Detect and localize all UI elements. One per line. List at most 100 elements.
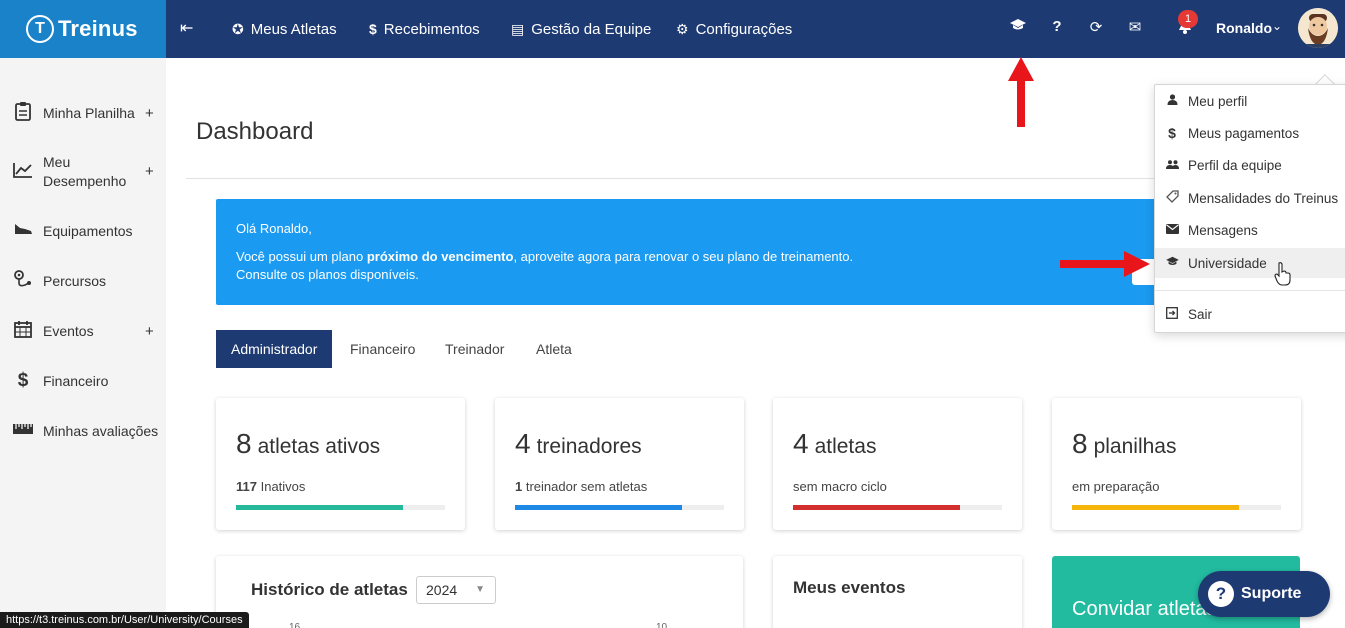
user-name[interactable]: Ronaldo (1216, 20, 1272, 36)
alert-greeting: Olá Ronaldo, (236, 221, 312, 236)
users-icon (1165, 158, 1179, 172)
dollar-icon: $ (17, 370, 29, 391)
menu-item-mensalidades[interactable]: Mensalidades do Treinus (1155, 183, 1345, 213)
menu-item-meu-perfil[interactable]: Meu perfil (1155, 86, 1345, 116)
stat-number: 4 (793, 428, 809, 459)
nav-label: Meus Atletas (250, 20, 337, 38)
team-card-icon: ▤ (511, 20, 525, 37)
menu-item-perfil-equipe[interactable]: Perfil da equipe (1155, 150, 1345, 180)
sidebar-item-percursos[interactable]: Percursos (0, 269, 166, 294)
menu-item-sair[interactable]: Sair (1155, 299, 1345, 329)
axis-label: 16 (289, 622, 301, 628)
nav-label: Recebimentos (383, 20, 480, 38)
alert-plans-link[interactable]: Consulte os planos disponíveis. (236, 267, 419, 282)
notification-badge: 1 (1178, 10, 1198, 28)
stat-subtext: 117 Inativos (236, 479, 305, 494)
sidebar-item-meu-desempenho[interactable]: Meu Desempenho + (0, 153, 166, 191)
status-bar-url: https://t3.treinus.com.br/User/Universit… (0, 612, 249, 628)
menu-collapse-icon[interactable]: ⇤ (180, 18, 193, 38)
top-navbar: T Treinus ⇤ ✪ Meus Atletas $ Recebimento… (0, 0, 1345, 58)
stat-subtext: 1 treinador sem atletas (515, 479, 647, 494)
invite-label: Convidar atletas (1072, 598, 1217, 620)
menu-item-mensagens[interactable]: Mensagens (1155, 215, 1345, 245)
stat-sub-number: 117 (236, 479, 257, 494)
envelope-icon (1165, 223, 1179, 237)
dollar-icon: $ (369, 21, 377, 37)
shoe-icon (12, 222, 34, 241)
user-icon (1165, 94, 1179, 108)
sidebar-item-label: Minha Planilha (43, 104, 135, 121)
stat-sub-label: Inativos (256, 479, 306, 494)
stat-value: 4 treinadores (515, 428, 642, 460)
chevron-down-icon[interactable]: ⌄ (1272, 19, 1282, 33)
sidebar-item-minha-planilha[interactable]: Minha Planilha + (0, 101, 166, 126)
bearded-man-avatar-icon (1298, 8, 1338, 48)
annotation-arrow-up-icon (1008, 57, 1034, 127)
stat-card-atletas[interactable]: 4 atletas sem macro ciclo (773, 398, 1022, 530)
menu-item-label: Mensagens (1188, 222, 1258, 238)
nav-meus-atletas[interactable]: ✪ Meus Atletas (232, 0, 337, 58)
tab-atleta[interactable]: Atleta (536, 330, 572, 368)
alert-text: , aproveite agora para renovar o seu pla… (513, 249, 854, 264)
progress-fill (236, 505, 404, 510)
sidebar-item-minhas-avaliacoes[interactable]: Minhas avaliações (0, 420, 166, 442)
stat-card-planilhas[interactable]: 8 planilhas em preparação (1052, 398, 1301, 530)
alert-text: Você possui um plano (236, 249, 367, 264)
expand-plus-icon[interactable]: + (145, 323, 154, 340)
ruler-icon (12, 421, 34, 442)
stat-card-treinadores[interactable]: 4 treinadores 1 treinador sem atletas (495, 398, 744, 530)
menu-item-universidade[interactable]: Universidade (1155, 248, 1345, 278)
year-select[interactable]: 2024 ▼ (416, 576, 496, 604)
graduation-cap-icon[interactable] (1008, 18, 1028, 36)
tab-administrador[interactable]: Administrador (216, 330, 333, 368)
progress-track (515, 505, 724, 510)
stat-card-atletas-ativos[interactable]: 8 atletas ativos 117 Inativos (216, 398, 465, 530)
stat-sub-label: em preparação (1072, 479, 1160, 494)
sidebar: Minha Planilha + Meu Desempenho + Equipam… (0, 58, 166, 628)
menu-divider (1155, 290, 1345, 291)
avatar[interactable] (1298, 8, 1338, 48)
menu-item-meus-pagamentos[interactable]: $ Meus pagamentos (1155, 118, 1345, 148)
ticket-icon (1165, 190, 1179, 206)
support-button[interactable]: ? Suporte (1198, 571, 1330, 617)
stat-sub-label: treinador sem atletas (522, 479, 648, 494)
page-title: Dashboard (196, 118, 314, 145)
route-icon (12, 269, 34, 294)
sidebar-item-financeiro[interactable]: $ Financeiro (0, 370, 166, 392)
stat-unit: atletas ativos (257, 435, 381, 458)
expand-plus-icon[interactable]: + (145, 105, 154, 122)
medal-icon: ✪ (232, 20, 244, 37)
brand[interactable]: T Treinus (0, 0, 166, 58)
nav-recebimentos[interactable]: $ Recebimentos (369, 0, 480, 58)
menu-item-label: Universidade (1188, 255, 1267, 271)
label-line: Meu (43, 154, 71, 170)
sidebar-item-eventos[interactable]: Eventos + (0, 320, 166, 342)
stat-unit: planilhas (1093, 435, 1177, 458)
nav-label: Configurações (695, 20, 793, 38)
progress-fill (515, 505, 683, 510)
progress-track (1072, 505, 1281, 510)
label-line: Desempenho (43, 173, 127, 189)
nav-configuracoes[interactable]: ⚙ Configurações (676, 0, 792, 58)
tab-financeiro[interactable]: Financeiro (350, 330, 415, 368)
envelope-icon[interactable]: ✉ (1125, 18, 1145, 36)
clipboard-icon (12, 101, 34, 126)
alert-text-bold: próximo do vencimento (366, 249, 514, 264)
help-icon[interactable]: ? (1047, 18, 1067, 35)
sidebar-item-label: Equipamentos (43, 222, 133, 239)
sidebar-item-label: Financeiro (43, 372, 109, 389)
support-label: Suporte (1241, 585, 1302, 602)
tab-treinador[interactable]: Treinador (445, 330, 504, 368)
history-panel: Histórico de atletas 2024 ▼ 16 10 (216, 556, 743, 628)
expand-plus-icon[interactable]: + (145, 163, 154, 180)
dollar-icon: $ (1168, 125, 1176, 141)
sidebar-item-label: Eventos (43, 322, 94, 339)
question-circle-icon: ? (1208, 581, 1234, 607)
stat-number: 8 (236, 428, 252, 459)
menu-item-label: Meus pagamentos (1188, 125, 1300, 141)
sync-icon[interactable]: ⟳ (1086, 18, 1106, 36)
progress-fill (793, 505, 961, 510)
sidebar-item-equipamentos[interactable]: Equipamentos (0, 220, 166, 242)
nav-gestao-equipe[interactable]: ▤ Gestão da Equipe (511, 0, 651, 58)
sidebar-item-label: Percursos (43, 272, 107, 289)
